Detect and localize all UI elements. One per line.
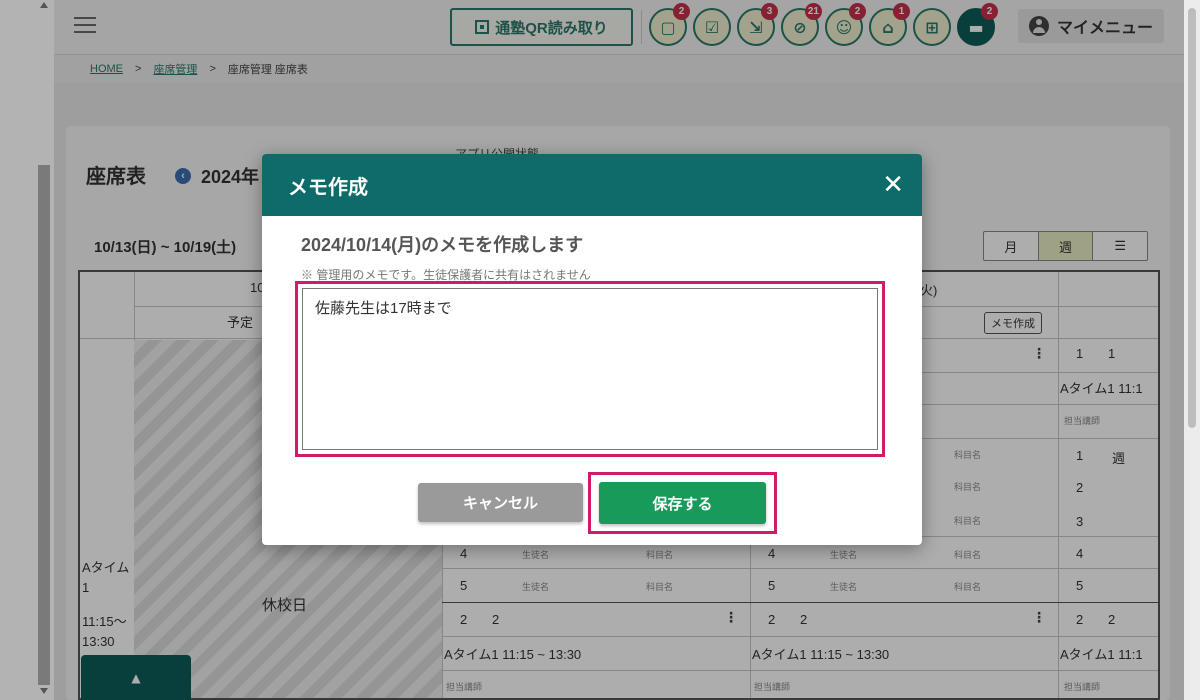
right-scroll-thumb[interactable] [1188,8,1196,428]
scroll-down-arrow-icon[interactable] [40,688,48,694]
close-icon[interactable]: ✕ [882,172,904,198]
scroll-up-arrow-icon[interactable] [40,2,48,8]
modal-title: メモ作成 [288,176,368,199]
memo-create-modal: メモ作成 ✕ 2024/10/14(月)のメモを作成します ※ 管理用のメモです… [262,154,922,545]
modal-subtitle: 2024/10/14(月)のメモを作成します [301,235,584,255]
save-button[interactable]: 保存する [599,482,766,524]
cancel-button[interactable]: キャンセル [418,483,583,522]
left-rail [0,0,54,700]
memo-textarea[interactable]: 佐藤先生は17時まで [302,288,878,450]
left-scroll-thumb[interactable] [38,165,50,685]
modal-header: メモ作成 ✕ [262,154,922,216]
right-scrollbar[interactable] [1184,0,1200,700]
memo-highlight-frame: 佐藤先生は17時まで [295,281,885,457]
save-highlight-frame: 保存する [588,472,777,534]
